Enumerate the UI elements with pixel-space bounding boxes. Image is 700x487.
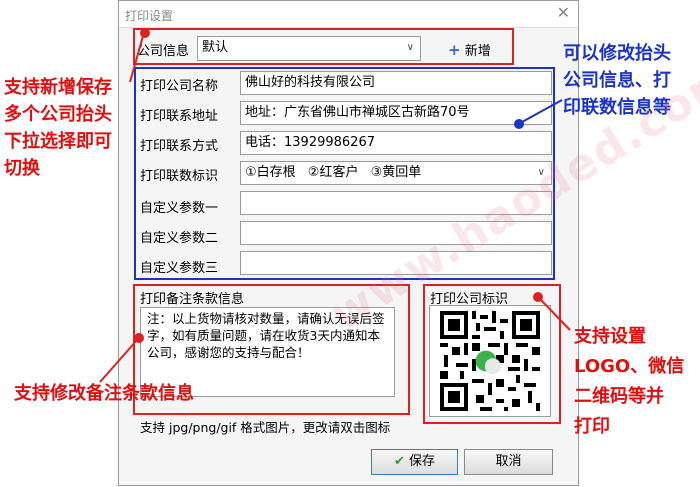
anno-left-top-4: 切换 [4,158,40,179]
anno-right-bottom-1: 支持设置 [574,326,646,347]
anno-right-top-1: 可以修改抬头 [563,43,671,64]
anno-right-bottom-3: 二维码等并 [574,386,664,407]
anno-left-top-1: 支持新增保存 [4,77,112,98]
anno-left-bottom: 支持修改备注条款信息 [14,383,194,404]
anno-left-top-2: 多个公司抬头 [4,104,112,125]
anno-right-bottom-2: LOGO、微信 [574,356,685,377]
anno-right-top-3: 印联数信息等 [563,97,671,118]
anno-right-top-2: 公司信息、打 [563,70,671,91]
anno-right-bottom-4: 打印 [574,416,610,437]
anno-left-top-3: 下拉选择即可 [4,131,112,152]
